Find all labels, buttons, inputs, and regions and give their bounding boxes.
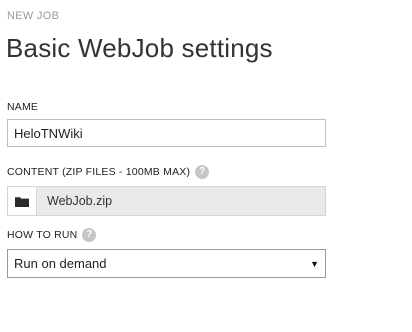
content-file-picker: WebJob.zip xyxy=(7,186,326,216)
how-to-run-label-text: HOW TO RUN xyxy=(7,229,78,241)
help-icon[interactable]: ? xyxy=(82,228,97,242)
eyebrow-label: NEW JOB xyxy=(7,10,60,22)
how-to-run-label: HOW TO RUN ? xyxy=(7,228,97,242)
name-label: NAME xyxy=(7,101,38,113)
content-label: CONTENT (ZIP FILES - 100MB MAX) ? xyxy=(7,165,210,179)
content-label-text: CONTENT (ZIP FILES - 100MB MAX) xyxy=(7,166,191,178)
how-to-run-selected-value: Run on demand xyxy=(14,256,107,271)
chevron-down-icon: ▼ xyxy=(310,258,319,269)
folder-icon xyxy=(15,196,29,207)
how-to-run-select[interactable]: Run on demand ▼ xyxy=(7,249,326,278)
page-title: Basic WebJob settings xyxy=(6,33,273,63)
browse-file-button[interactable] xyxy=(8,187,37,215)
name-label-text: NAME xyxy=(7,101,39,113)
name-input[interactable] xyxy=(7,119,326,147)
selected-file-name: WebJob.zip xyxy=(47,194,113,208)
help-icon[interactable]: ? xyxy=(195,165,210,179)
